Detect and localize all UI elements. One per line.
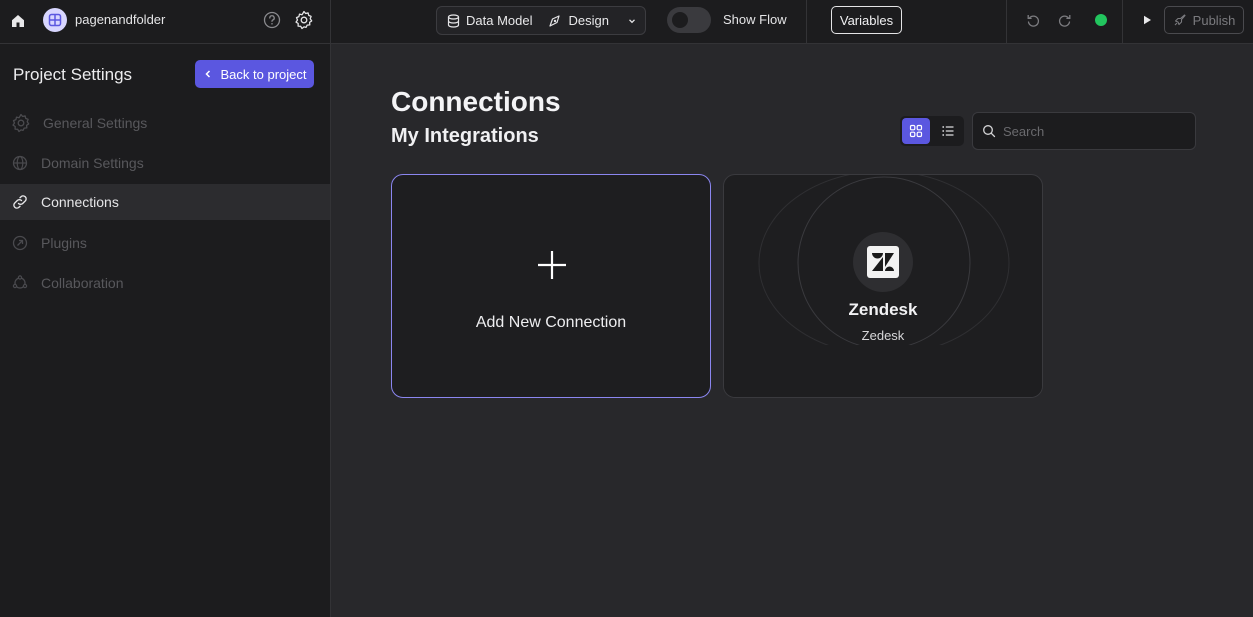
play-icon[interactable]	[1138, 11, 1156, 29]
show-flow-toggle[interactable]	[667, 7, 711, 33]
design-label: Design	[568, 13, 609, 28]
sidebar-item-label: Collaboration	[41, 275, 124, 291]
redo-icon[interactable]	[1055, 10, 1075, 30]
sidebar-title: Project Settings	[13, 65, 133, 84]
zendesk-logo-icon	[867, 246, 899, 278]
zendesk-logo	[853, 232, 913, 292]
list-icon	[942, 126, 954, 136]
section-title: My Integrations	[391, 125, 539, 147]
link-icon	[13, 195, 27, 209]
mode-switcher: Data Model Design	[436, 6, 646, 35]
home-icon[interactable]	[8, 11, 28, 31]
gear-icon	[12, 113, 30, 133]
rocket-icon	[1174, 14, 1186, 26]
connection-name: Zendesk	[848, 300, 918, 319]
show-flow-label: Show Flow	[723, 12, 787, 27]
list-view-button[interactable]	[934, 118, 962, 144]
publish-button[interactable]: Publish	[1164, 6, 1244, 34]
sidebar-item-plugins[interactable]: Plugins	[0, 225, 330, 261]
plus-icon	[538, 251, 566, 279]
collaboration-icon	[12, 275, 28, 289]
design-icon	[549, 14, 561, 27]
variables-button[interactable]: Variables	[831, 6, 902, 34]
design-button[interactable]: Design	[548, 7, 609, 34]
sidebar-item-label: General Settings	[43, 115, 148, 131]
top-bar: pagenandfolder Data Model Design Show Fl…	[0, 0, 1253, 44]
project-name[interactable]: pagenandfolder	[75, 12, 165, 27]
help-icon[interactable]	[262, 10, 282, 30]
sidebar-item-general-settings[interactable]: General Settings	[0, 105, 330, 141]
grid-view-button[interactable]	[902, 118, 930, 144]
sidebar-item-domain-settings[interactable]: Domain Settings	[0, 145, 330, 181]
divider	[330, 0, 331, 44]
sidebar-item-connections[interactable]: Connections	[0, 184, 330, 220]
sidebar-item-label: Connections	[41, 194, 119, 210]
search-icon	[983, 125, 996, 138]
chevron-left-icon	[204, 70, 210, 78]
connection-card-zendesk[interactable]: Zendesk Zedesk	[723, 174, 1043, 398]
undo-icon[interactable]	[1023, 10, 1043, 30]
grid-icon	[909, 124, 923, 138]
view-mode-toggle	[900, 116, 964, 146]
back-to-project-button[interactable]: Back to project	[195, 60, 314, 88]
sidebar-item-label: Domain Settings	[41, 155, 144, 171]
data-model-button[interactable]: Data Model	[447, 7, 532, 34]
add-new-connection-card[interactable]: Add New Connection	[391, 174, 711, 398]
back-to-project-label: Back to project	[220, 66, 307, 82]
settings-sidebar: Project Settings Back to project General…	[0, 44, 331, 617]
data-model-label: Data Model	[466, 13, 533, 28]
divider	[1006, 0, 1007, 44]
plugin-icon	[12, 235, 28, 251]
mode-dropdown-button[interactable]	[627, 7, 637, 34]
search-input[interactable]	[1003, 123, 1183, 139]
sidebar-item-label: Plugins	[41, 235, 87, 251]
toggle-knob	[672, 12, 688, 28]
divider	[1122, 0, 1123, 44]
publish-label: Publish	[1192, 12, 1236, 28]
add-new-connection-label: Add New Connection	[475, 314, 627, 331]
connection-subtitle: Zedesk	[861, 328, 905, 343]
chevron-down-icon	[628, 18, 635, 23]
sidebar-item-collaboration[interactable]: Collaboration	[0, 265, 330, 301]
project-avatar-icon[interactable]	[43, 8, 67, 32]
database-icon	[447, 13, 460, 28]
page-title: Connections	[391, 86, 561, 117]
globe-icon	[12, 155, 28, 171]
status-indicator	[1095, 14, 1107, 26]
divider	[806, 0, 807, 44]
gear-icon[interactable]	[293, 9, 315, 31]
search-box	[972, 112, 1196, 150]
